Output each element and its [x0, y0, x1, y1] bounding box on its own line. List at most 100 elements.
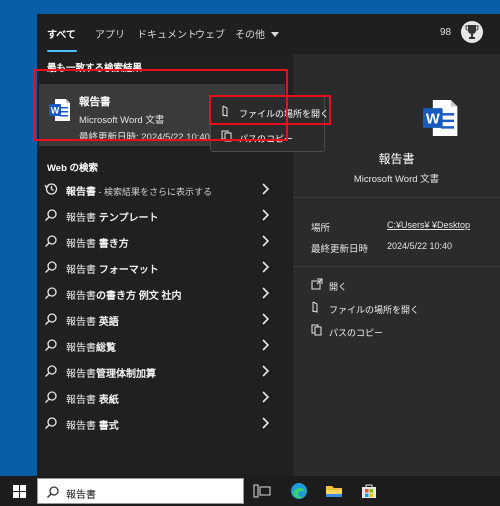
web-result-row[interactable]: 報告書 テンプレート	[37, 202, 285, 228]
word-document-icon: W	[49, 99, 70, 121]
web-result-query: 報告書	[66, 421, 96, 432]
chevron-right-icon	[262, 183, 269, 195]
folder-location-icon	[222, 105, 228, 117]
preview-action-copy-path[interactable]: パスのコピー	[311, 322, 491, 342]
chevron-right-icon	[262, 391, 269, 403]
modified-value: 2024/5/22 10:40	[387, 241, 453, 251]
preview-action-open-location[interactable]: ファイルの場所を開く	[311, 299, 491, 319]
chevron-right-icon	[262, 417, 269, 429]
search-icon	[45, 313, 57, 325]
best-match-type: Microsoft Word 文書	[79, 115, 165, 126]
tab-web[interactable]: ウェブ	[195, 26, 225, 41]
web-result-row[interactable]: 報告書総覧	[37, 332, 285, 358]
web-result-suffix: 表紙	[96, 395, 119, 406]
web-result-suffix: 書き方	[96, 239, 129, 250]
web-result-suffix: 書式	[96, 421, 119, 432]
web-result-suffix: フォーマット	[96, 265, 159, 276]
word-document-icon: W	[423, 100, 458, 136]
web-result-row[interactable]: 報告書の書き方 例文 社内	[37, 280, 285, 306]
web-result-suffix: テンプレート	[96, 213, 159, 224]
rewards-button[interactable]	[461, 21, 483, 43]
search-icon	[45, 235, 57, 247]
web-result-row[interactable]: 報告書 - 検索結果をさらに表示する	[37, 176, 285, 202]
tab-documents[interactable]: ドキュメント	[137, 26, 197, 41]
preview-action-label: パスのコピー	[329, 328, 384, 338]
chevron-right-icon	[262, 313, 269, 325]
web-result-row[interactable]: 報告書 英語	[37, 306, 285, 332]
web-result-query: 報告書	[66, 317, 96, 328]
web-result-row[interactable]: 報告書 フォーマット	[37, 254, 285, 280]
web-result-suffix: の書き方 例文 社内	[96, 291, 182, 302]
preview-type: Microsoft Word 文書	[353, 174, 440, 185]
tab-more[interactable]: その他	[235, 26, 279, 41]
context-copy-path[interactable]: パスのコピー	[211, 125, 324, 149]
web-result-suffix: 管理体制加算	[96, 369, 156, 380]
web-result-query: 報告書	[66, 265, 96, 276]
context-menu: ファイルの場所を開く パスのコピー	[210, 96, 329, 152]
web-result-query: 報告書	[66, 369, 96, 380]
web-result-query: 報告書	[66, 239, 96, 250]
search-icon	[45, 209, 57, 221]
search-panel: すべて アプリ ドキュメント ウェブ その他 98 最も一致する検索結果 W 報…	[37, 14, 500, 476]
preview-action-label: ファイルの場所を開く	[329, 305, 420, 315]
web-result-suffix: 総覧	[96, 343, 116, 354]
task-view-icon[interactable]	[252, 481, 272, 501]
web-result-row[interactable]: 報告書 表紙	[37, 384, 285, 410]
chevron-down-icon	[270, 32, 279, 38]
web-result-suffix: - 検索結果をさらに表示する	[96, 187, 213, 197]
preview-action-label: 開く	[329, 282, 348, 292]
web-result-row[interactable]: 報告書管理体制加算	[37, 358, 285, 384]
context-item-label: パスのコピー	[239, 134, 294, 144]
web-result-query: 報告書	[66, 395, 96, 406]
chevron-right-icon	[262, 209, 269, 221]
location-label: 場所	[311, 223, 331, 234]
search-tab-bar: すべて アプリ ドキュメント ウェブ その他 98	[37, 14, 500, 54]
web-result-row[interactable]: 報告書 書式	[37, 410, 285, 436]
edge-icon[interactable]	[289, 481, 309, 501]
chevron-right-icon	[262, 287, 269, 299]
chevron-right-icon	[262, 365, 269, 377]
preview-action-open[interactable]: 開く	[311, 276, 491, 296]
chevron-right-icon	[262, 235, 269, 247]
web-result-query: 報告書	[66, 213, 96, 224]
web-result-row[interactable]: 報告書 書き方	[37, 228, 285, 254]
tab-all[interactable]: すべて	[47, 26, 76, 41]
web-result-query: 報告書	[66, 343, 96, 354]
context-item-label: ファイルの場所を開く	[239, 109, 330, 119]
best-match-modified: 最終更新日時: 2024/5/22 10:40	[79, 132, 210, 143]
history-icon	[44, 183, 58, 195]
taskbar-search-box[interactable]: 報告書	[37, 478, 244, 504]
web-result-query: 報告書	[66, 187, 96, 198]
tab-apps[interactable]: アプリ	[95, 26, 125, 41]
windows-start-icon[interactable]	[13, 485, 26, 498]
search-icon	[45, 365, 57, 377]
modified-label: 最終更新日時	[311, 244, 369, 255]
search-icon	[45, 339, 57, 351]
copy-icon	[311, 324, 322, 336]
best-match-title: 報告書	[79, 96, 111, 108]
web-result-query: 報告書	[66, 291, 96, 302]
best-match-heading: 最も一致する検索結果	[47, 63, 143, 74]
search-icon	[47, 486, 59, 498]
chevron-right-icon	[262, 261, 269, 273]
folder-location-icon	[312, 301, 318, 313]
copy-icon	[221, 130, 232, 142]
search-icon	[45, 261, 57, 273]
file-explorer-icon[interactable]	[324, 481, 344, 501]
open-icon	[311, 278, 323, 290]
context-open-file-location[interactable]: ファイルの場所を開く	[211, 100, 329, 124]
active-tab-indicator	[47, 50, 77, 52]
search-input[interactable]: 報告書	[66, 486, 96, 501]
svg-text:W: W	[426, 112, 440, 128]
location-link[interactable]: C:¥Users¥ ¥Desktop	[387, 220, 470, 230]
rewards-points: 98	[440, 27, 452, 38]
tab-more-label: その他	[235, 30, 265, 41]
web-search-heading: Web の検索	[47, 163, 99, 174]
microsoft-store-icon[interactable]	[359, 481, 379, 501]
taskbar: 報告書	[0, 476, 500, 506]
preview-title: 報告書	[378, 152, 415, 166]
search-icon	[45, 287, 57, 299]
web-result-suffix: 英語	[96, 317, 119, 328]
trophy-icon	[465, 25, 479, 39]
divider	[293, 197, 500, 198]
